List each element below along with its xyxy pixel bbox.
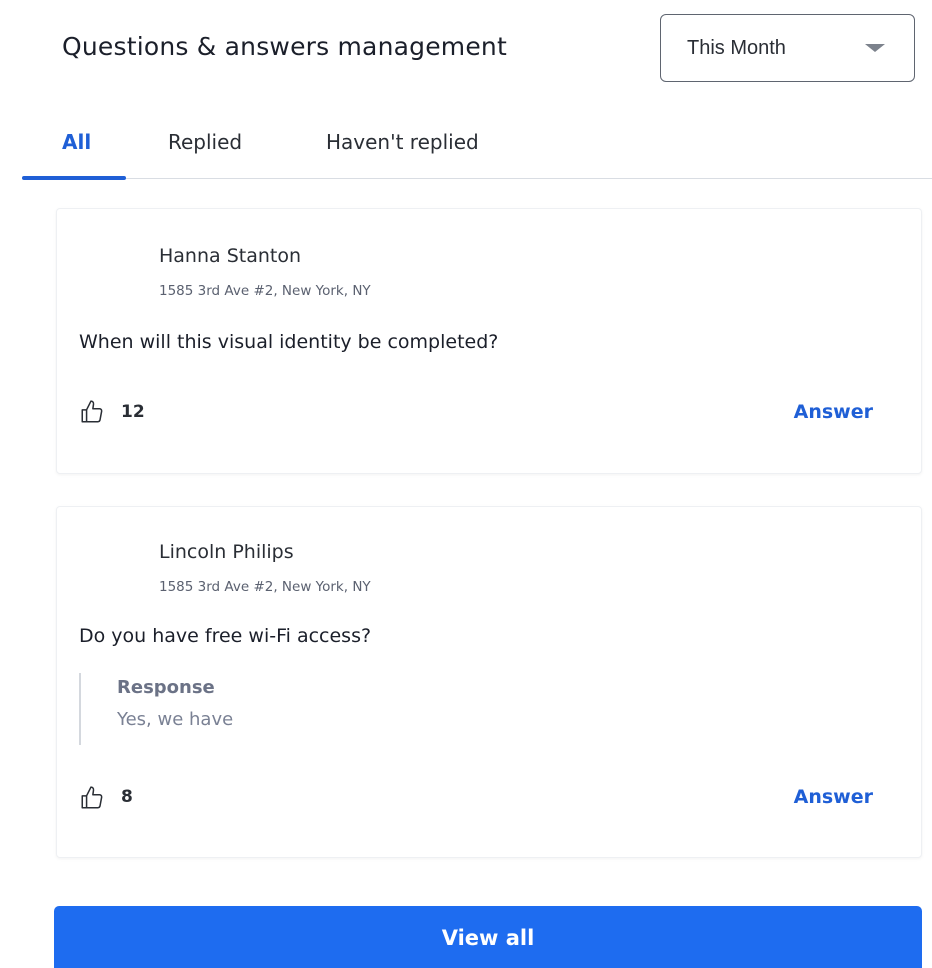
view-all-button[interactable]: View all (54, 906, 922, 968)
author-name: Hanna Stanton (159, 245, 302, 267)
question-card: Hanna Stanton 1585 3rd Ave #2, New York,… (56, 208, 922, 474)
tab-bar: All Replied Haven't replied (22, 112, 932, 182)
tab-all[interactable]: All (62, 130, 91, 154)
tab-havent-replied[interactable]: Haven't replied (326, 130, 479, 154)
answer-link[interactable]: Answer (794, 786, 873, 808)
period-select-value: This Month (687, 37, 786, 59)
tab-replied[interactable]: Replied (168, 130, 242, 154)
response-text: Yes, we have (117, 709, 234, 730)
thumbs-up-icon[interactable] (79, 399, 105, 425)
author-name: Lincoln Philips (159, 541, 294, 563)
author-address: 1585 3rd Ave #2, New York, NY (159, 579, 371, 595)
question-card: Lincoln Philips 1585 3rd Ave #2, New Yor… (56, 506, 922, 858)
question-text: When will this visual identity be comple… (79, 331, 499, 353)
like-count: 12 (121, 402, 145, 422)
header: Questions & answers management This Mont… (62, 14, 918, 82)
view-all-label: View all (441, 926, 535, 950)
active-tab-indicator (22, 176, 126, 180)
like-count: 8 (121, 787, 133, 807)
tab-bar-divider (22, 178, 932, 179)
author-address: 1585 3rd Ave #2, New York, NY (159, 283, 371, 299)
question-text: Do you have free wi-Fi access? (79, 625, 372, 647)
thumbs-up-icon[interactable] (79, 785, 105, 811)
period-select[interactable]: This Month (660, 14, 915, 82)
answer-link[interactable]: Answer (794, 401, 873, 423)
page-title: Questions & answers management (62, 32, 507, 61)
caret-down-icon (865, 44, 885, 52)
response-label: Response (117, 677, 215, 698)
response-block: Response Yes, we have (79, 673, 481, 745)
